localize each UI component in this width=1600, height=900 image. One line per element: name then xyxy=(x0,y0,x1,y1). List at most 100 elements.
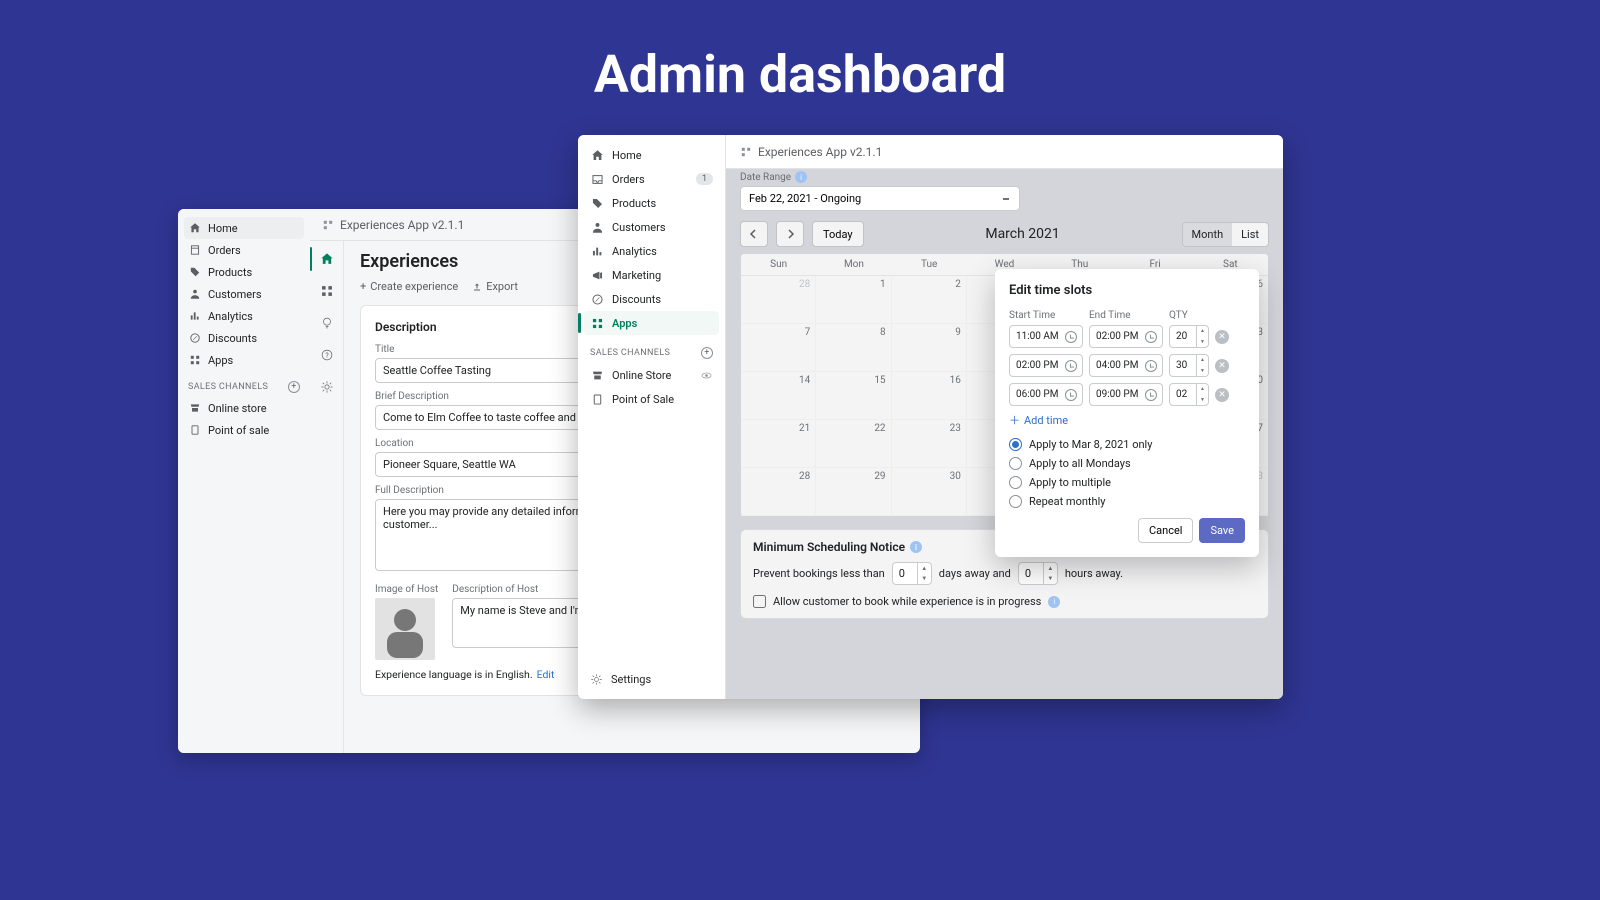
add-time-button[interactable]: ＋Add time xyxy=(1009,412,1245,428)
channel-pos[interactable]: Point of sale xyxy=(184,419,304,441)
remove-row-icon[interactable]: ✕ xyxy=(1215,359,1229,373)
tab-help-icon[interactable]: ? xyxy=(317,345,337,365)
daterange-select[interactable]: Feb 22, 2021 - Ongoing xyxy=(740,186,1020,211)
calendar-cell[interactable]: 9 xyxy=(892,324,967,372)
calendar-cell[interactable]: 22 xyxy=(816,420,891,468)
nav-apps[interactable]: Apps xyxy=(584,311,719,335)
discount-icon xyxy=(188,331,202,345)
calendar-cell[interactable]: 30 xyxy=(892,468,967,516)
apply-option[interactable]: Apply to all Mondays xyxy=(1009,457,1245,470)
orders-icon xyxy=(188,243,202,257)
add-channel-icon[interactable]: + xyxy=(701,347,713,359)
day-number: 22 xyxy=(874,423,885,434)
stepper-icon[interactable]: ▲▼ xyxy=(1196,326,1208,347)
channel-online-store[interactable]: Online store xyxy=(184,397,304,419)
nav-orders[interactable]: Orders1 xyxy=(584,167,719,191)
calendar-cell[interactable]: 7 xyxy=(741,324,816,372)
calendar-cell[interactable]: 2 xyxy=(892,276,967,324)
nav-marketing[interactable]: Marketing xyxy=(584,263,719,287)
user-icon xyxy=(188,287,202,301)
end-time-input[interactable]: 02:00 PM xyxy=(1089,325,1163,348)
calendar-cell[interactable]: 14 xyxy=(741,372,816,420)
qty-input[interactable]: 30▲▼ xyxy=(1169,354,1209,377)
calendar-cell[interactable]: 28 xyxy=(741,276,816,324)
start-time-input[interactable]: 11:00 AM xyxy=(1009,325,1083,348)
nav-discounts[interactable]: Discounts xyxy=(584,287,719,311)
time-slot-row: 11:00 AM 02:00 PM 20▲▼ ✕ xyxy=(1009,325,1245,348)
save-button[interactable]: Save xyxy=(1199,518,1245,543)
nav-label: Online store xyxy=(208,402,267,415)
nav-label: Products xyxy=(612,197,656,210)
create-experience-button[interactable]: +Create experience xyxy=(360,280,458,293)
nav-analytics[interactable]: Analytics xyxy=(584,239,719,263)
settings-link[interactable]: Settings xyxy=(584,668,657,691)
nav-discounts[interactable]: Discounts xyxy=(184,327,304,349)
calendar-cell[interactable]: 23 xyxy=(892,420,967,468)
host-image[interactable] xyxy=(375,598,435,660)
modal-title: Edit time slots xyxy=(1009,283,1245,298)
day-number: 21 xyxy=(799,423,810,434)
tab-grid-icon[interactable] xyxy=(317,281,337,301)
remove-row-icon[interactable]: ✕ xyxy=(1215,388,1229,402)
nav-label: Customers xyxy=(208,288,262,301)
channel-online-store[interactable]: Online Store xyxy=(584,363,719,387)
tab-settings-icon[interactable] xyxy=(317,377,337,397)
calendar-cell[interactable]: 21 xyxy=(741,420,816,468)
calendar-cell[interactable]: 15 xyxy=(816,372,891,420)
calendar-cell[interactable]: 28 xyxy=(741,468,816,516)
stepper-icon[interactable]: ▲▼ xyxy=(1043,563,1057,584)
plus-icon: ＋ xyxy=(1009,412,1020,428)
nav-orders[interactable]: Orders xyxy=(184,239,304,261)
stepper-icon[interactable]: ▲▼ xyxy=(1196,384,1208,405)
calendar-cell[interactable]: 29 xyxy=(816,468,891,516)
radio-icon xyxy=(1009,457,1022,470)
chart-icon xyxy=(188,309,202,323)
start-time-input[interactable]: 02:00 PM xyxy=(1009,354,1083,377)
calendar-cell[interactable]: 8 xyxy=(816,324,891,372)
channel-pos[interactable]: Point of Sale xyxy=(584,387,719,411)
nav-apps[interactable]: Apps xyxy=(184,349,304,371)
end-time-input[interactable]: 04:00 PM xyxy=(1089,354,1163,377)
calendar-cell[interactable]: 1 xyxy=(816,276,891,324)
tab-idea-icon[interactable] xyxy=(317,313,337,333)
hours-input[interactable]: 0▲▼ xyxy=(1018,562,1058,585)
nav-customers[interactable]: Customers xyxy=(184,283,304,305)
channels-heading: SALES CHANNELS+ xyxy=(184,371,304,397)
day-number: 23 xyxy=(950,423,961,434)
apps-icon xyxy=(740,146,752,158)
sidebar: Home Orders1 Products Customers Analytic… xyxy=(578,135,726,699)
stepper-icon[interactable]: ▲▼ xyxy=(1196,355,1208,376)
svg-text:?: ? xyxy=(325,352,329,360)
stepper-icon[interactable]: ▲▼ xyxy=(917,563,931,584)
nav-customers[interactable]: Customers xyxy=(584,215,719,239)
inbox-icon xyxy=(590,172,604,186)
nav-products[interactable]: Products xyxy=(184,261,304,283)
radio-label: Apply to Mar 8, 2021 only xyxy=(1029,438,1152,451)
qty-input[interactable]: 20▲▼ xyxy=(1169,325,1209,348)
end-time-input[interactable]: 09:00 PM xyxy=(1089,383,1163,406)
export-button[interactable]: Export xyxy=(472,280,518,293)
day-number: 2 xyxy=(955,279,961,290)
eye-icon[interactable] xyxy=(700,369,713,382)
nav-label: Analytics xyxy=(208,310,253,323)
edit-language-link[interactable]: Edit xyxy=(537,668,555,681)
apply-option[interactable]: Apply to Mar 8, 2021 only xyxy=(1009,438,1245,451)
apply-option[interactable]: Apply to multiple xyxy=(1009,476,1245,489)
add-channel-icon[interactable]: + xyxy=(288,381,300,393)
nav-products[interactable]: Products xyxy=(584,191,719,215)
qty-input[interactable]: 02▲▼ xyxy=(1169,383,1209,406)
days-input[interactable]: 0▲▼ xyxy=(892,562,932,585)
day-number: 30 xyxy=(950,471,961,482)
plus-icon: + xyxy=(360,280,366,293)
start-time-input[interactable]: 06:00 PM xyxy=(1009,383,1083,406)
nav-home[interactable]: Home xyxy=(184,217,304,239)
nav-analytics[interactable]: Analytics xyxy=(184,305,304,327)
remove-row-icon[interactable]: ✕ xyxy=(1215,330,1229,344)
apply-option[interactable]: Repeat monthly xyxy=(1009,495,1245,508)
tab-home-icon[interactable] xyxy=(317,249,337,269)
nav-label: Orders xyxy=(208,244,241,257)
calendar-cell[interactable]: 16 xyxy=(892,372,967,420)
nav-home[interactable]: Home xyxy=(584,143,719,167)
cancel-button[interactable]: Cancel xyxy=(1138,518,1193,543)
breadcrumb-text: Experiences App v2.1.1 xyxy=(758,145,882,159)
